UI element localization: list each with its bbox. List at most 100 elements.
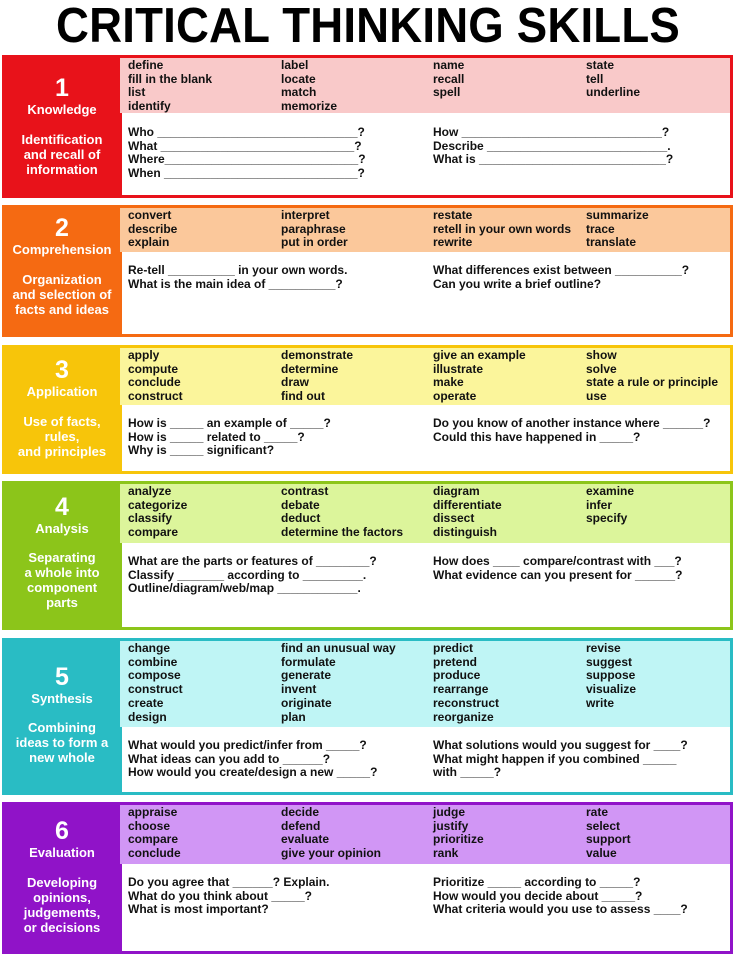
verb: find an unusual way	[281, 641, 396, 655]
questions-left: Who ______________________________? What …	[128, 125, 366, 181]
verb-column: appraise choose compare conclude	[128, 805, 181, 861]
section-analysis: 4 Analysis Separating a whole into compo…	[2, 481, 733, 630]
question-prompt: Re-tell __________ in your own words.	[128, 263, 348, 277]
verb-column: define fill in the blank list identify	[128, 58, 213, 114]
verb-column: apply compute conclude construct	[128, 348, 183, 404]
question-prompt: What solutions would you suggest for ___…	[433, 738, 688, 752]
level-name: Evaluation	[29, 845, 95, 860]
question-prompt: Why is _____ significant?	[128, 443, 275, 458]
question-prompt: What are the parts or features of ______…	[128, 554, 377, 568]
verb-column: state tell underline	[586, 58, 640, 100]
verb: prioritize	[433, 832, 484, 847]
verb: support	[586, 832, 631, 847]
verb: memorize	[281, 99, 338, 114]
question-prompt: What is the main idea of __________?	[128, 276, 343, 291]
section-comprehension: 2 Comprehension Organization and selecti…	[2, 205, 733, 337]
verb: categorize	[128, 497, 188, 512]
level-name: Comprehension	[12, 242, 112, 257]
description-line: Separating	[28, 550, 96, 565]
level-panel: 4 Analysis Separating a whole into compo…	[2, 481, 122, 630]
question-prompt: What is most important?	[128, 902, 269, 917]
description-line: Identification	[21, 132, 103, 147]
question-prompt: How would you decide about _____?	[433, 888, 643, 903]
verb: rank	[433, 846, 459, 861]
question-prompt: Describe ___________________________.	[433, 138, 671, 153]
description-line: information	[26, 162, 98, 177]
verb: rewrite	[433, 235, 473, 250]
level-number: 6	[55, 817, 69, 845]
verb: pretend	[433, 654, 478, 669]
verb: examine	[586, 484, 635, 498]
verb-column: give an example illustrate make operate	[433, 348, 526, 404]
verb: contrast	[281, 484, 329, 498]
verb-column: convert describe explain	[128, 208, 177, 250]
question-prompt: with _____?	[433, 765, 502, 780]
verb-column: decide defend evaluate give your opinion	[281, 805, 381, 861]
verb: judge	[433, 805, 465, 819]
verb: appraise	[128, 805, 178, 819]
verb: explain	[128, 235, 170, 250]
verb: fill in the blank	[128, 71, 213, 86]
verb: identify	[128, 99, 171, 114]
questions-right: What solutions would you suggest for ___…	[433, 738, 688, 780]
level-panel: 6 Evaluation Developing opinions, judgem…	[2, 802, 122, 954]
question-prompt: What evidence can you present for ______…	[433, 567, 683, 582]
verb: design	[128, 709, 167, 724]
verb-column: predict pretend produce rearrange reconstruc…	[433, 641, 499, 724]
verb: draw	[281, 375, 310, 390]
question-prompt: Outline/diagram/web/map ____________.	[128, 581, 361, 596]
verb: state	[586, 58, 615, 72]
question-prompt: What do you think about _____?	[128, 888, 313, 903]
verb: compose	[128, 668, 181, 683]
verb: determine	[281, 361, 339, 376]
verb: predict	[433, 641, 474, 655]
description-line: rules,	[44, 429, 80, 444]
verb: revise	[586, 641, 621, 655]
level-panel: 5 Synthesis Combining ideas to form a ne…	[2, 638, 122, 795]
question-prompt: What is ____________________________?	[433, 152, 674, 167]
verb-column: find an unusual way formulate generate inve…	[281, 641, 396, 724]
level-number: 5	[55, 663, 69, 691]
question-prompt: Prioritize _____ according to _____?	[433, 875, 641, 889]
question-prompt: Do you know of another instance where __…	[433, 416, 711, 430]
verb-column: demonstrate determine draw find out	[281, 348, 353, 404]
verbs-panel: convert describe explain interpret paraphras…	[120, 208, 730, 252]
verb: diagram	[433, 484, 480, 498]
verb: make	[433, 375, 464, 390]
verb: match	[281, 85, 317, 100]
level-panel: 1 Knowledge Identification and recall of…	[2, 55, 122, 198]
question-prompt: Could this have happened in _____?	[433, 429, 641, 444]
description-line: opinions,	[33, 890, 91, 905]
verb: analyze	[128, 484, 172, 498]
questions-left: Re-tell __________ in your own words. Wha…	[128, 263, 348, 291]
question-prompt: How does ____ compare/contrast with ___?	[433, 554, 682, 568]
verb-column: show solve state a rule or principle use	[586, 348, 718, 404]
questions-left: How is _____ an example of _____? How is …	[128, 416, 331, 458]
verb: paraphrase	[281, 221, 346, 236]
question-prompt: What might happen if you combined _____	[433, 751, 677, 766]
question-prompt: Where_____________________________?	[128, 152, 366, 167]
verb: construct	[128, 389, 183, 404]
verb: operate	[433, 389, 477, 404]
verb: show	[586, 348, 617, 362]
question-prompt: How is _____ related to _____?	[128, 429, 305, 444]
verb: find out	[281, 389, 325, 404]
verb: restate	[433, 208, 473, 222]
verb: translate	[586, 235, 637, 250]
level-name: Synthesis	[31, 691, 93, 706]
verb: evaluate	[281, 832, 330, 847]
level-description: Identification and recall of information	[2, 132, 122, 177]
verbs-panel: apply compute conclude construct demonstrate…	[120, 348, 730, 405]
level-name: Knowledge	[27, 102, 97, 117]
verb: locate	[281, 71, 316, 86]
verb: choose	[128, 818, 171, 833]
verb: compare	[128, 525, 179, 540]
level-name: Analysis	[35, 521, 89, 536]
description-line: judgements,	[23, 905, 101, 920]
page-title: CRITICAL THINKING SKILLS	[56, 0, 680, 53]
verb: specify	[586, 511, 628, 526]
description-line: and principles	[17, 444, 107, 459]
verb: create	[128, 695, 164, 710]
verb: define	[128, 58, 164, 72]
verb: conclude	[128, 375, 181, 390]
